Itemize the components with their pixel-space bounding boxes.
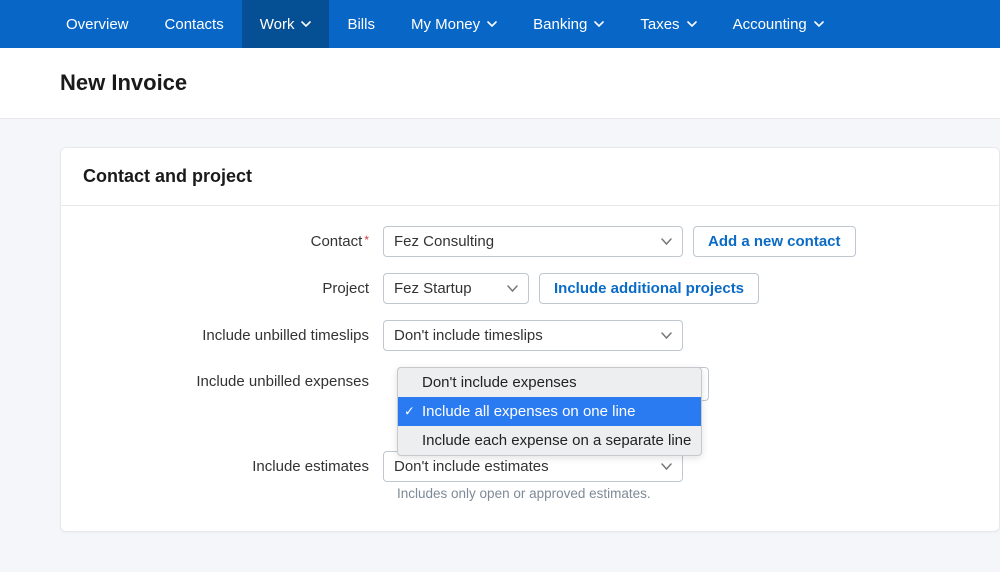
chevron-down-icon	[301, 21, 311, 27]
expenses-option-1[interactable]: ✓ Include all expenses on one line	[398, 397, 701, 426]
nav-banking[interactable]: Banking	[515, 0, 622, 48]
expenses-label: Include unbilled expenses	[83, 367, 383, 390]
required-star-icon: *	[364, 233, 369, 247]
timeslips-select[interactable]: Don't include timeslips	[383, 320, 683, 351]
chevron-down-icon	[814, 21, 824, 27]
page-title: New Invoice	[60, 70, 1000, 96]
select-value: Don't include timeslips	[394, 327, 543, 344]
row-project: Project Fez Startup Include additional p…	[83, 273, 977, 304]
nav-label: Taxes	[640, 16, 679, 33]
chevron-down-icon	[594, 21, 604, 27]
option-text: Include all expenses on one line	[422, 403, 636, 420]
chevron-down-icon	[661, 463, 672, 470]
expenses-option-2[interactable]: Include each expense on a separate line	[398, 426, 701, 455]
nav-taxes[interactable]: Taxes	[622, 0, 714, 48]
contact-project-card: Contact and project Contact* Fez Consult…	[60, 147, 1000, 532]
card-header: Contact and project	[61, 148, 999, 206]
nav-overview[interactable]: Overview	[48, 0, 147, 48]
expenses-dropdown: Don't include expenses ✓ Include all exp…	[397, 367, 702, 456]
include-additional-projects-button[interactable]: Include additional projects	[539, 273, 759, 304]
nav-label: My Money	[411, 16, 480, 33]
main-nav: Overview Contacts Work Bills My Money Ba…	[0, 0, 1000, 48]
timeslips-label: Include unbilled timeslips	[83, 327, 383, 344]
chevron-down-icon	[507, 285, 518, 292]
contact-label: Contact*	[83, 233, 383, 250]
row-contact: Contact* Fez Consulting Add a new contac…	[83, 226, 977, 257]
card-body: Contact* Fez Consulting Add a new contac…	[61, 206, 999, 531]
chevron-down-icon	[661, 332, 672, 339]
nav-label: Contacts	[165, 16, 224, 33]
label-text: Contact	[311, 233, 363, 250]
select-value: Fez Startup	[394, 280, 472, 297]
nav-work[interactable]: Work	[242, 0, 330, 48]
nav-label: Accounting	[733, 16, 807, 33]
nav-label: Banking	[533, 16, 587, 33]
estimates-label: Include estimates	[83, 458, 383, 475]
nav-accounting[interactable]: Accounting	[715, 0, 842, 48]
chevron-down-icon	[661, 238, 672, 245]
chevron-down-icon	[487, 21, 497, 27]
project-select[interactable]: Fez Startup	[383, 273, 529, 304]
select-value: Don't include estimates	[394, 458, 549, 475]
nav-contacts[interactable]: Contacts	[147, 0, 242, 48]
page-header: New Invoice	[0, 48, 1000, 119]
select-value: Fez Consulting	[394, 233, 494, 250]
checkmark-icon: ✓	[404, 403, 415, 419]
nav-label: Work	[260, 16, 295, 33]
row-expenses: Include unbilled expenses Don't include …	[83, 367, 977, 439]
contact-select[interactable]: Fez Consulting	[383, 226, 683, 257]
chevron-down-icon	[687, 21, 697, 27]
nav-label: Overview	[66, 16, 129, 33]
expenses-option-0[interactable]: Don't include expenses	[398, 368, 701, 397]
project-label: Project	[83, 280, 383, 297]
nav-label: Bills	[347, 16, 375, 33]
estimates-help-text: Includes only open or approved estimates…	[397, 486, 977, 501]
content-area: Contact and project Contact* Fez Consult…	[0, 119, 1000, 572]
add-new-contact-button[interactable]: Add a new contact	[693, 226, 856, 257]
nav-bills[interactable]: Bills	[329, 0, 393, 48]
row-timeslips: Include unbilled timeslips Don't include…	[83, 320, 977, 351]
nav-my-money[interactable]: My Money	[393, 0, 515, 48]
